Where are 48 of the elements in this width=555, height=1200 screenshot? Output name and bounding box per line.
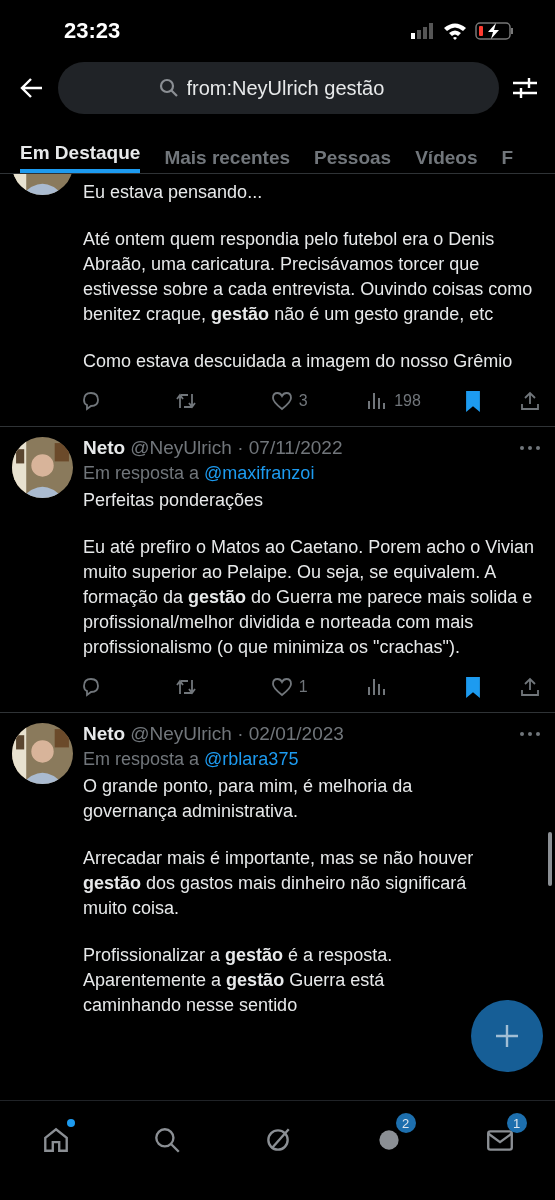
heart-icon[interactable]: [270, 676, 293, 698]
like-count: 3: [298, 392, 308, 410]
post-text: Eu estava pensando...: [83, 181, 264, 204]
mention-link[interactable]: @maxifranzoi: [204, 463, 315, 483]
post-text: Profissionalizar a gestão é a resposta. Aparentemente a gestão Guerra está caminhando nesse sentido: [83, 944, 394, 1017]
tab[interactable]: Pessoas: [314, 142, 392, 173]
mail-tab[interactable]: 1: [472, 1113, 527, 1161]
post-text: O grande ponto, para mim, é melhoria da governança administrativa.: [83, 775, 414, 823]
post-date: 07/11/2022: [248, 437, 343, 459]
post-text: Até ontem quem respondia pelo futebol era o Denis Abraão, uma caricatura. Precisávamos torcer que estivesse sobre a cada entrevista. Ouvindo coisas como benitez craque, gestão não é um gesto grande, etc: [83, 228, 534, 326]
author-handle: @NeyUlrich: [130, 723, 232, 745]
clock-time: 23:23: [64, 18, 121, 44]
battery-charging-icon: [475, 22, 515, 40]
mention-link[interactable]: @rblara375: [204, 749, 299, 769]
reply-icon[interactable]: [80, 390, 102, 412]
search-icon: [158, 78, 179, 98]
tab[interactable]: Vídeos: [415, 142, 478, 173]
reply-context: Em resposta a @maxifranzoi: [83, 463, 316, 484]
post-text: Como estava descuidada a imagem do nosso Grêmio: [83, 350, 514, 373]
post-date: 02/01/2023: [248, 723, 344, 745]
scrollbar[interactable]: [548, 832, 552, 886]
author-name[interactable]: Neto: [83, 723, 126, 745]
tab[interactable]: F: [501, 142, 514, 173]
separator-dot: ·: [237, 723, 244, 745]
more-options-icon[interactable]: [519, 445, 541, 451]
post-text: Perfeitas ponderações: [83, 489, 265, 512]
post-text: Arrecadar mais é importante, mas se não houver gestão dos gastos mais dinheiro não significará muito coisa.: [83, 847, 475, 920]
avatar[interactable]: [12, 723, 73, 784]
signal-icon: [411, 23, 435, 39]
avatar[interactable]: [12, 437, 73, 498]
reply-context: Em resposta a @rblara375: [83, 749, 300, 770]
wifi-icon: [443, 22, 467, 40]
notification-count: 2: [395, 1113, 416, 1133]
search-field[interactable]: from:NeyUlrich gestão: [186, 76, 399, 100]
tab[interactable]: Mais recentes: [164, 142, 291, 173]
post-text: Eu até prefiro o Matos ao Caetano. Porem acho o Vivian muito superior ao Pelaipe. Ou seja, se equivalem. A formação da gestão do Guerra me parece mais solida e profissional/melhor dividida e norteada com mais profissionalismo (o que minimiza os "crachas").: [83, 536, 535, 659]
communities-tab[interactable]: 2: [361, 1113, 416, 1161]
author-handle: @NeyUlrich: [130, 437, 232, 459]
more-options-icon[interactable]: [519, 731, 541, 737]
share-icon[interactable]: [518, 390, 541, 412]
reply-icon[interactable]: [80, 676, 102, 698]
view-count: 198: [394, 392, 421, 410]
like-count: 1: [298, 678, 308, 696]
author-name[interactable]: Neto: [83, 437, 126, 459]
notification-count: 1: [506, 1113, 527, 1133]
separator-dot: ·: [237, 437, 244, 459]
heart-icon[interactable]: [270, 390, 293, 412]
share-icon[interactable]: [518, 676, 541, 698]
